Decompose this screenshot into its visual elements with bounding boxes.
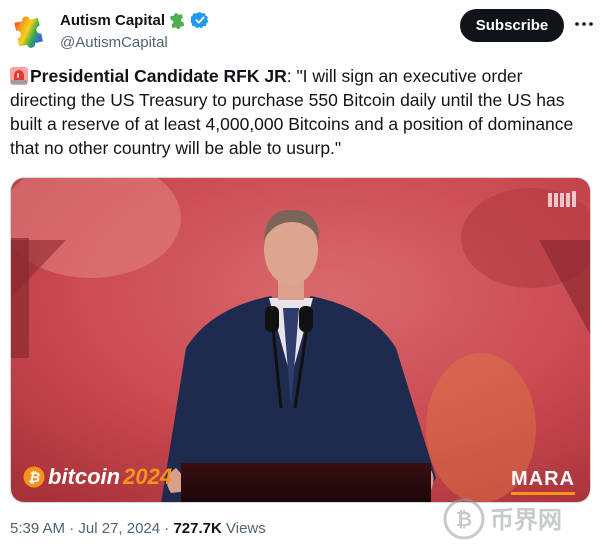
siren-emoji-icon (10, 67, 28, 85)
podium (181, 463, 431, 502)
avatar[interactable] (10, 10, 48, 48)
bitcoin-logo-word: bitcoin (48, 464, 121, 489)
watermark: ₿ 币界网 (442, 495, 594, 543)
bitcoin-logo-year: 2024 (123, 464, 173, 489)
video-media[interactable]: ₿ bitcoin 2024 MARA (10, 177, 591, 503)
more-options-button[interactable] (572, 12, 596, 36)
verified-badge-icon (191, 11, 209, 29)
puzzle-piece-green-icon (170, 13, 185, 29)
bitcoin-icon: ₿ (23, 466, 45, 488)
display-name[interactable]: Autism Capital (60, 12, 165, 29)
bitcoin-2024-logo: ₿ bitcoin 2024 (23, 464, 172, 490)
tweet-text: Presidential Candidate RFK JR: "I will s… (10, 64, 590, 160)
tweet-meta: 5:39 AM · Jul 27, 2024 · 727.7K Views (10, 520, 266, 537)
mara-logo-text: MARA (511, 468, 575, 490)
svg-text:₿: ₿ (28, 470, 40, 486)
views-count[interactable]: 727.7K (173, 520, 221, 537)
author-block: Autism Capital @AutismCapital (60, 10, 209, 51)
watermark-text: 币界网 (490, 506, 562, 534)
tweet-time[interactable]: 5:39 AM (10, 520, 65, 537)
meta-separator: · (65, 520, 79, 537)
more-dots-icon (575, 22, 593, 26)
tweet-date[interactable]: Jul 27, 2024 (78, 520, 160, 537)
tweet-lead: Presidential Candidate RFK JR (30, 66, 287, 86)
views-label: Views (226, 520, 266, 537)
mara-logo: MARA (511, 468, 575, 495)
subscribe-button[interactable]: Subscribe (460, 9, 564, 42)
svg-text:₿: ₿ (456, 507, 472, 531)
tweet: Autism Capital @AutismCapital Subscribe … (0, 0, 600, 553)
video-frame (11, 178, 590, 502)
puzzle-piece-rainbow-icon (14, 16, 43, 48)
handle[interactable]: @AutismCapital (60, 34, 209, 51)
watermark-logo-icon: ₿ 币界网 (443, 498, 562, 540)
meta-separator: · (160, 520, 174, 537)
